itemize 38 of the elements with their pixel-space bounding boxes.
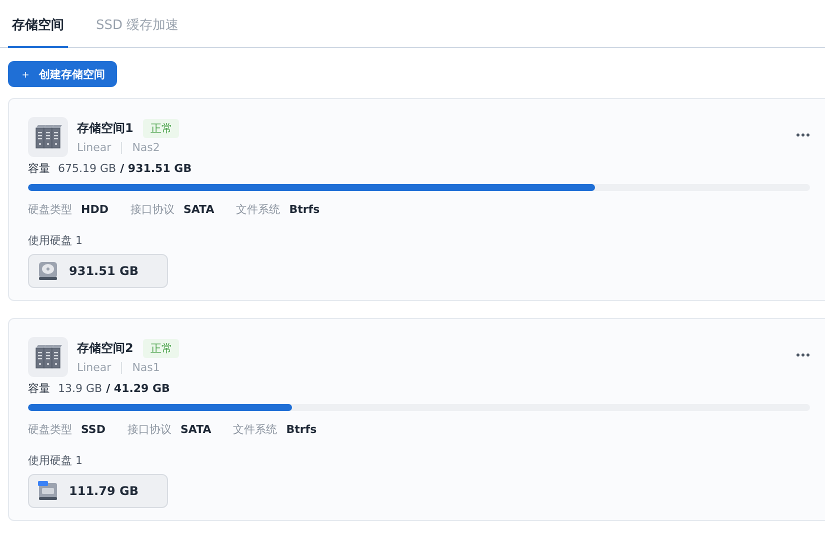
spec-label: 文件系统 [236,203,280,216]
spec-value: SSD [81,423,106,436]
tab[interactable]: 存储空间 [8,0,68,48]
status-tag: 正常 [143,119,180,138]
disk-chip[interactable]: 111.79 GB [28,474,168,508]
disks-label: 使用硬盘 1 [28,453,84,468]
total-capacity: / 41.29 GB [106,382,170,395]
server-icon [28,117,68,157]
spec-label: 文件系统 [233,423,278,436]
host-name: Nas2 [132,141,160,154]
capacity-label: 容量 [28,162,50,175]
total-capacity: / 931.51 GB [120,162,192,175]
spec-value: SATA [180,423,212,436]
disks-label: 使用硬盘 1 [28,233,84,248]
pool-name: 存储空间1 [77,120,134,137]
status-tag: 正常 [143,339,180,358]
spec-value: HDD [81,203,108,216]
raid-type: Linear [77,141,112,154]
used-capacity: 675.19 GB [58,162,116,175]
more-icon[interactable] [796,133,810,137]
spec-label: 接口协议 [130,203,174,216]
used-capacity: 13.9 GB [58,382,102,395]
capacity-label: 容量 [28,382,50,395]
server-icon [28,337,68,377]
ssd-icon [37,480,59,502]
spec-value: Btrfs [289,203,320,216]
more-icon[interactable] [796,353,810,357]
spec-label: 硬盘类型 [28,203,72,216]
host-name: Nas1 [132,361,160,374]
spec-label: 硬盘类型 [28,423,72,436]
hard-disk-icon [37,260,59,282]
disk-chip[interactable]: 931.51 GB [28,254,168,288]
create-storage-button[interactable]: ＋ 创建存储空间 [8,61,117,87]
spec-value: SATA [183,203,214,216]
raid-type: Linear [77,361,112,374]
spec-value: Btrfs [286,423,317,436]
spec-label: 接口协议 [127,423,172,436]
pool-name: 存储空间2 [77,340,134,357]
